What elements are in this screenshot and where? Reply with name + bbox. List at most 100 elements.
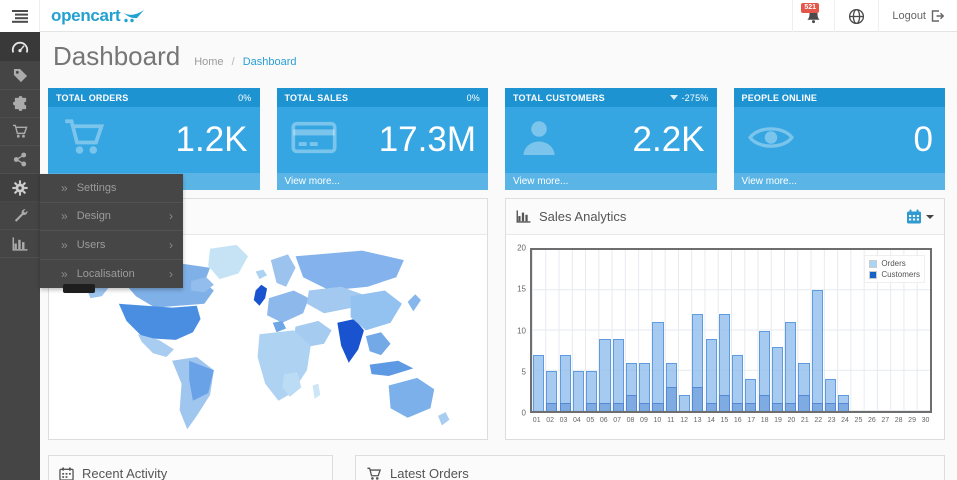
tile-body: 17.3M	[277, 107, 489, 173]
view-more-link[interactable]: View more...	[277, 173, 489, 190]
legend-label: Orders	[881, 258, 905, 269]
breadcrumb-home[interactable]: Home	[194, 56, 223, 68]
submenu-item-design[interactable]: »Design›	[40, 203, 183, 232]
x-tick-label: 05	[584, 417, 597, 424]
chart-bar-slot	[771, 250, 784, 411]
sidebar-item-system[interactable]	[0, 174, 40, 202]
submenu-item-label: Design	[77, 210, 111, 222]
x-tick-label: 13	[691, 417, 704, 424]
submenu-item-users[interactable]: »Users›	[40, 231, 183, 260]
tile-delta: 0%	[238, 93, 251, 103]
orders-bar	[812, 290, 823, 411]
logout-button[interactable]: Logout	[878, 0, 957, 32]
sidebar-item-sales[interactable]	[0, 118, 40, 146]
tile-value: 2.2K	[633, 120, 717, 160]
view-more-link[interactable]: View more...	[734, 173, 946, 190]
logo-text: opencart	[51, 6, 120, 26]
legend-swatch	[869, 271, 877, 279]
credit-card-icon	[291, 120, 337, 161]
x-tick-label: 08	[624, 417, 637, 424]
chart-bar-slot	[837, 250, 850, 411]
top-right-controls: 521 Logout	[792, 0, 957, 32]
sales-chart-body: 05101520 OrdersCustomers 010203040506070…	[506, 235, 944, 439]
customers-bar	[706, 403, 717, 411]
sidebar-item-reports[interactable]	[0, 230, 40, 258]
latest-orders-panel: Latest Orders	[355, 455, 945, 480]
wrench-icon	[13, 208, 28, 223]
customers-bar	[812, 403, 823, 411]
y-tick-label: 20	[517, 244, 526, 253]
submenu-item-label: Users	[77, 239, 106, 251]
customers-bar	[599, 403, 610, 411]
logout-icon	[931, 10, 944, 22]
customers-bar	[613, 403, 624, 411]
customers-bar	[732, 403, 743, 411]
sidebar-item-tools[interactable]	[0, 202, 40, 230]
customers-bar	[759, 395, 770, 411]
x-tick-label: 14	[704, 417, 717, 424]
sales-analytics-header: Sales Analytics	[506, 199, 944, 235]
recent-activity-title: Recent Activity	[82, 466, 167, 480]
legend-entry: Orders	[869, 258, 920, 269]
breadcrumb-current[interactable]: Dashboard	[243, 56, 297, 68]
x-tick-label: 07	[610, 417, 623, 424]
x-tick-label: 24	[838, 417, 851, 424]
opencart-logo[interactable]: opencart	[51, 0, 145, 32]
customers-bar	[666, 387, 677, 411]
tile-body: 0	[734, 107, 946, 173]
customers-bar	[586, 403, 597, 411]
sidebar-item-catalog[interactable]	[0, 62, 40, 90]
view-more-link[interactable]: View more...	[505, 173, 717, 190]
customers-bar	[745, 403, 756, 411]
orders-bar	[772, 347, 783, 411]
sales-chart-plot[interactable]: OrdersCustomers	[530, 248, 932, 413]
customers-bar	[692, 387, 703, 411]
chart-bar-slot	[758, 250, 771, 411]
y-tick-label: 15	[517, 285, 526, 294]
legend-swatch	[869, 260, 877, 268]
sidebar-item-marketing[interactable]	[0, 146, 40, 174]
language-button[interactable]	[834, 0, 878, 32]
logo-cart-icon	[123, 9, 145, 23]
x-tick-label: 25	[852, 417, 865, 424]
tile-value: 0	[914, 120, 945, 160]
bar-chart-icon	[516, 210, 531, 223]
sidebar-item-extensions[interactable]	[0, 90, 40, 118]
shopping-cart-icon	[62, 118, 106, 163]
chart-x-axis: 0102030405060708091011121314151617181920…	[530, 417, 932, 424]
system-submenu: »Settings»Design›»Users›»Localisation›	[40, 174, 183, 288]
bottom-panels: Recent Activity Latest Orders	[48, 455, 945, 480]
x-tick-label: 15	[718, 417, 731, 424]
x-tick-label: 09	[637, 417, 650, 424]
tile-value: 17.3M	[379, 120, 488, 160]
map-tooltip-tab	[63, 284, 95, 293]
chart-bar-slot	[678, 250, 691, 411]
notifications-button[interactable]: 521	[792, 0, 834, 32]
chart-legend: OrdersCustomers	[864, 255, 925, 283]
tile-delta-value: -275%	[681, 93, 708, 103]
y-tick-label: 5	[522, 367, 526, 376]
chevron-right-icon: ›	[169, 238, 173, 252]
sidebar-item-dashboard[interactable]	[0, 32, 40, 62]
x-tick-label: 20	[785, 417, 798, 424]
sidebar-toggle-button[interactable]	[0, 0, 40, 32]
x-tick-label: 26	[865, 417, 878, 424]
submenu-item-settings[interactable]: »Settings	[40, 174, 183, 203]
recent-activity-panel: Recent Activity	[48, 455, 333, 480]
orders-bar	[599, 339, 610, 411]
chart-bar-slot	[532, 250, 545, 411]
chart-range-button[interactable]	[906, 209, 934, 224]
person-icon	[519, 118, 559, 163]
customers-bar	[626, 395, 637, 411]
legend-label: Customers	[881, 269, 920, 280]
chart-bar-slot	[612, 250, 625, 411]
globe-icon	[848, 8, 865, 25]
chart-y-axis: 05101520	[510, 248, 530, 413]
customers-bar	[560, 403, 571, 411]
orders-bar	[679, 395, 690, 411]
chart-bar-slot	[811, 250, 824, 411]
customers-bar	[652, 403, 663, 411]
extensions-puzzle-icon	[13, 96, 28, 111]
chart-bar-slot	[691, 250, 704, 411]
submenu-item-localisation[interactable]: »Localisation›	[40, 260, 183, 289]
